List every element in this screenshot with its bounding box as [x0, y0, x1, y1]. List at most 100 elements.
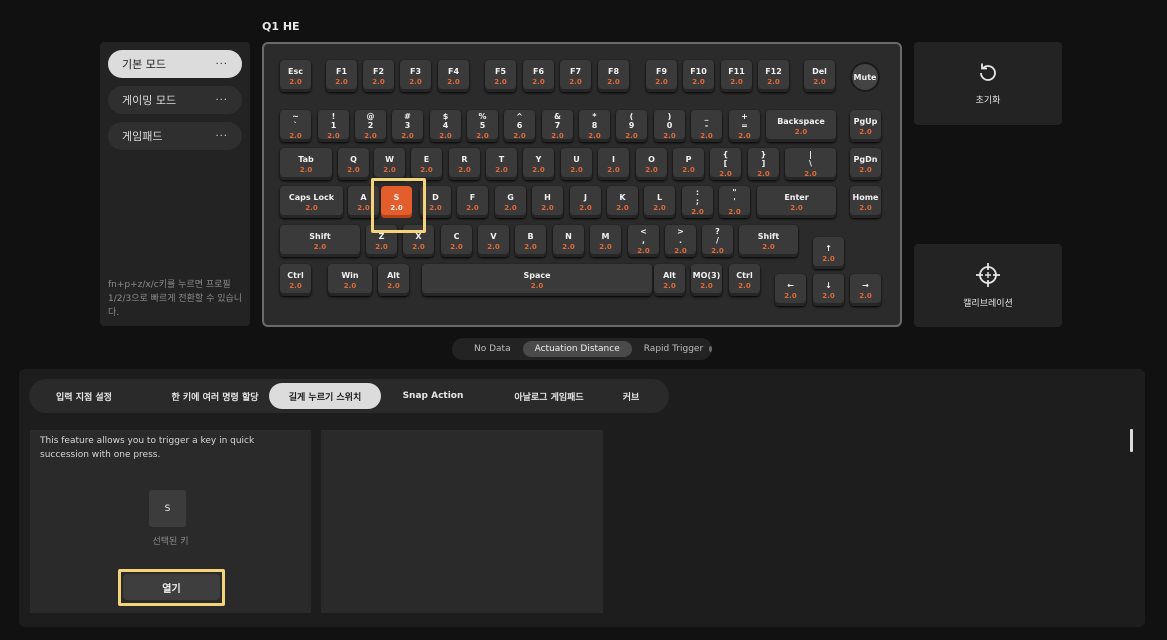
- key-f1[interactable]: F1 2.0: [326, 60, 357, 92]
- key-lshift[interactable]: Shift 2.0: [280, 225, 360, 257]
- key-5[interactable]: % 5 2.0: [467, 110, 498, 142]
- key-j[interactable]: J 2.0: [570, 186, 601, 218]
- key-0[interactable]: ) 0 2.0: [654, 110, 685, 142]
- key-a[interactable]: A 2.0: [348, 186, 379, 218]
- key-n[interactable]: N 2.0: [553, 225, 584, 257]
- key-4[interactable]: $ 4 2.0: [430, 110, 461, 142]
- mode-no-data[interactable]: No Data: [462, 341, 523, 357]
- key-f9[interactable]: F9 2.0: [646, 60, 677, 92]
- profile-basic-mode[interactable]: 기본 모드 ···: [108, 50, 242, 78]
- tab-analog-gamepad[interactable]: 아날로그 게임패드: [491, 383, 607, 409]
- key-pgup[interactable]: PgUp 2.0: [850, 110, 881, 142]
- tab-snap-action[interactable]: Snap Action: [393, 383, 473, 409]
- key-tab[interactable]: Tab 2.0: [280, 148, 332, 180]
- key-h[interactable]: H 2.0: [532, 186, 563, 218]
- key-home[interactable]: Home 2.0: [850, 186, 881, 218]
- key-backspace[interactable]: Backspace 2.0: [766, 110, 836, 142]
- key-k[interactable]: K 2.0: [607, 186, 638, 218]
- key-space[interactable]: Space 2.0: [422, 264, 652, 296]
- more-icon[interactable]: ···: [215, 59, 228, 70]
- key-equal[interactable]: + = 2.0: [729, 110, 760, 142]
- key-c[interactable]: C 2.0: [441, 225, 472, 257]
- key-lctrl[interactable]: Ctrl 2.0: [280, 264, 311, 296]
- key-minus[interactable]: _ - 2.0: [691, 110, 722, 142]
- key-mute[interactable]: Mute: [850, 62, 880, 92]
- profile-gaming-mode[interactable]: 게이밍 모드 ···: [108, 86, 242, 114]
- key-down[interactable]: ↓ 2.0: [813, 274, 844, 306]
- key-s[interactable]: S 2.0: [381, 186, 412, 218]
- key-comma[interactable]: < , 2.0: [628, 225, 659, 257]
- key-f7[interactable]: F7 2.0: [560, 60, 591, 92]
- more-icon[interactable]: ···: [215, 95, 228, 106]
- key-z[interactable]: Z 2.0: [366, 225, 397, 257]
- key-pgdn[interactable]: PgDn 2.0: [850, 148, 881, 180]
- key-enter[interactable]: Enter 2.0: [757, 186, 836, 218]
- key-y[interactable]: Y 2.0: [523, 148, 554, 180]
- key-p[interactable]: P 2.0: [673, 148, 704, 180]
- open-button[interactable]: 열기: [123, 574, 220, 600]
- key-r[interactable]: R 2.0: [449, 148, 480, 180]
- profile-gamepad[interactable]: 게임패드 ···: [108, 122, 242, 150]
- key-f8[interactable]: F8 2.0: [598, 60, 629, 92]
- key-backslash[interactable]: | \ 2.0: [785, 148, 836, 180]
- tab-long-press-switch[interactable]: 길게 누르기 스위치: [269, 383, 381, 409]
- key-g[interactable]: G 2.0: [495, 186, 526, 218]
- key-rctrl[interactable]: Ctrl 2.0: [729, 264, 760, 296]
- key-mo3[interactable]: MO(3) 2.0: [691, 264, 722, 296]
- key-f5[interactable]: F5 2.0: [485, 60, 516, 92]
- key-period[interactable]: > . 2.0: [665, 225, 696, 257]
- key-v[interactable]: V 2.0: [478, 225, 509, 257]
- key-left[interactable]: ← 2.0: [775, 274, 806, 306]
- key-d[interactable]: D 2.0: [420, 186, 451, 218]
- key-right[interactable]: → 2.0: [850, 274, 881, 306]
- key-esc[interactable]: Esc 2.0: [280, 60, 311, 92]
- key-m[interactable]: M 2.0: [590, 225, 621, 257]
- key-o[interactable]: O 2.0: [636, 148, 667, 180]
- key-3[interactable]: # 3 2.0: [392, 110, 423, 142]
- key-slash[interactable]: ? / 2.0: [702, 225, 733, 257]
- key-2[interactable]: @ 2 2.0: [355, 110, 386, 142]
- key-capslock[interactable]: Caps Lock 2.0: [280, 186, 343, 218]
- reset-button[interactable]: 초기화: [914, 42, 1062, 125]
- key-u[interactable]: U 2.0: [561, 148, 592, 180]
- key-rshift[interactable]: Shift 2.0: [739, 225, 798, 257]
- key-del[interactable]: Del 2.0: [804, 60, 835, 92]
- key-f2[interactable]: F2 2.0: [363, 60, 394, 92]
- key-f10[interactable]: F10 2.0: [683, 60, 714, 92]
- key-f6[interactable]: F6 2.0: [523, 60, 554, 92]
- tab-multi-command[interactable]: 한 키에 여러 명령 할당: [147, 383, 283, 409]
- tab-actuation-point[interactable]: 입력 지점 설정: [35, 383, 133, 409]
- key-f11[interactable]: F11 2.0: [721, 60, 752, 92]
- key-b[interactable]: B 2.0: [515, 225, 546, 257]
- key-lalt[interactable]: Alt 2.0: [378, 264, 409, 296]
- key-q[interactable]: Q 2.0: [338, 148, 369, 180]
- key-1[interactable]: ! 1 2.0: [318, 110, 349, 142]
- key-quote[interactable]: " ' 2.0: [719, 186, 750, 218]
- key-rbracket[interactable]: } ] 2.0: [748, 148, 779, 180]
- key-9[interactable]: ( 9 2.0: [616, 110, 647, 142]
- key-x[interactable]: X 2.0: [403, 225, 434, 257]
- key-8[interactable]: * 8 2.0: [579, 110, 610, 142]
- key-f4[interactable]: F4 2.0: [438, 60, 469, 92]
- key-ralt[interactable]: Alt 2.0: [654, 264, 685, 296]
- key-w[interactable]: W 2.0: [374, 148, 405, 180]
- key-semicolon[interactable]: : ; 2.0: [682, 186, 713, 218]
- key-lbracket[interactable]: { [2.0: [710, 148, 741, 180]
- key-up[interactable]: ↑ 2.0: [813, 237, 844, 269]
- mode-actuation-distance[interactable]: Actuation Distance: [522, 341, 632, 357]
- key-win[interactable]: Win 2.0: [328, 264, 372, 296]
- scrollbar[interactable]: [1130, 429, 1133, 452]
- mode-rapid-trigger[interactable]: Rapid Trigger: [632, 341, 715, 357]
- calibrate-button[interactable]: 캘리브레이션: [914, 244, 1062, 327]
- key-7[interactable]: & 7 2.0: [542, 110, 573, 142]
- key-f[interactable]: F 2.0: [457, 186, 488, 218]
- key-i[interactable]: I 2.0: [598, 148, 629, 180]
- key-f3[interactable]: F3 2.0: [400, 60, 431, 92]
- key-f12[interactable]: F12 2.0: [758, 60, 789, 92]
- more-icon[interactable]: ···: [215, 131, 228, 142]
- key-grave[interactable]: ~ ` 2.0: [280, 110, 311, 142]
- key-e[interactable]: E 2.0: [411, 148, 442, 180]
- tab-curve[interactable]: 커브: [611, 383, 651, 409]
- key-l[interactable]: L 2.0: [644, 186, 675, 218]
- key-t[interactable]: T 2.0: [486, 148, 517, 180]
